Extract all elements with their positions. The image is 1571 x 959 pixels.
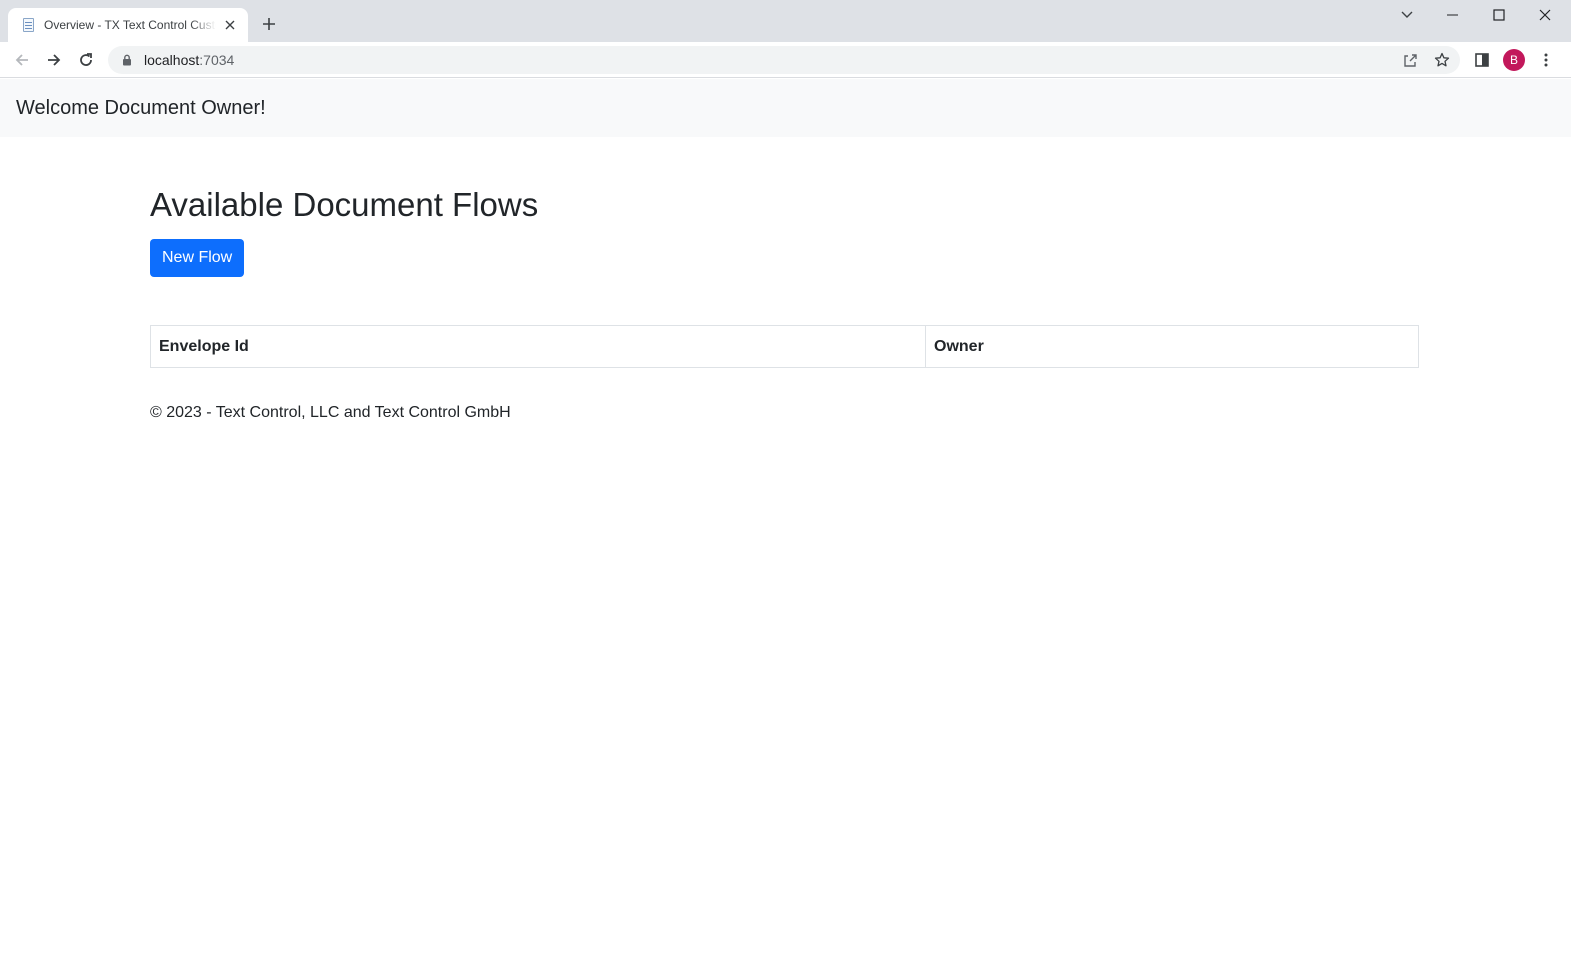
- url-text: localhost:7034: [144, 52, 235, 68]
- reload-icon[interactable]: [74, 48, 98, 72]
- tab-search-chevron-icon[interactable]: [1384, 0, 1430, 30]
- forward-arrow-icon[interactable]: [42, 48, 66, 72]
- column-header-envelope-id: Envelope Id: [150, 325, 926, 368]
- share-icon[interactable]: [1398, 48, 1422, 72]
- column-header-owner: Owner: [925, 325, 1419, 368]
- navbar-brand[interactable]: Welcome Document Owner!: [16, 97, 266, 120]
- side-panel-icon[interactable]: [1470, 48, 1494, 72]
- maximize-icon[interactable]: [1476, 0, 1522, 30]
- document-flows-table: Envelope Id Owner: [150, 325, 1419, 368]
- close-window-icon[interactable]: [1522, 0, 1568, 30]
- main-content: Available Document Flows New Flow Envelo…: [150, 137, 1419, 422]
- close-tab-icon[interactable]: [222, 17, 238, 33]
- minimize-icon[interactable]: [1430, 0, 1476, 30]
- new-flow-button[interactable]: New Flow: [150, 239, 245, 277]
- footer-copyright: © 2023 - Text Control, LLC and Text Cont…: [150, 404, 511, 421]
- lock-icon[interactable]: [120, 53, 134, 67]
- page-favicon-icon: [20, 17, 36, 33]
- page-title: Available Document Flows: [150, 186, 539, 223]
- browser-tab[interactable]: Overview - TX Text Control Customer Port…: [8, 8, 248, 42]
- tab-title: Overview - TX Text Control Customer Port…: [44, 18, 216, 32]
- back-arrow-icon[interactable]: [10, 48, 34, 72]
- new-tab-icon[interactable]: [258, 13, 280, 35]
- menu-dots-icon[interactable]: [1534, 48, 1558, 72]
- profile-avatar[interactable]: B: [1503, 49, 1525, 71]
- browser-tab-strip: Overview - TX Text Control Customer Port…: [0, 0, 1571, 42]
- bookmark-star-icon[interactable]: [1430, 48, 1454, 72]
- site-navbar: Welcome Document Owner!: [0, 79, 1571, 137]
- table-header-row: Envelope Id Owner: [150, 325, 1419, 368]
- browser-toolbar: localhost:7034 B: [0, 42, 1571, 78]
- address-bar[interactable]: localhost:7034: [108, 46, 1460, 74]
